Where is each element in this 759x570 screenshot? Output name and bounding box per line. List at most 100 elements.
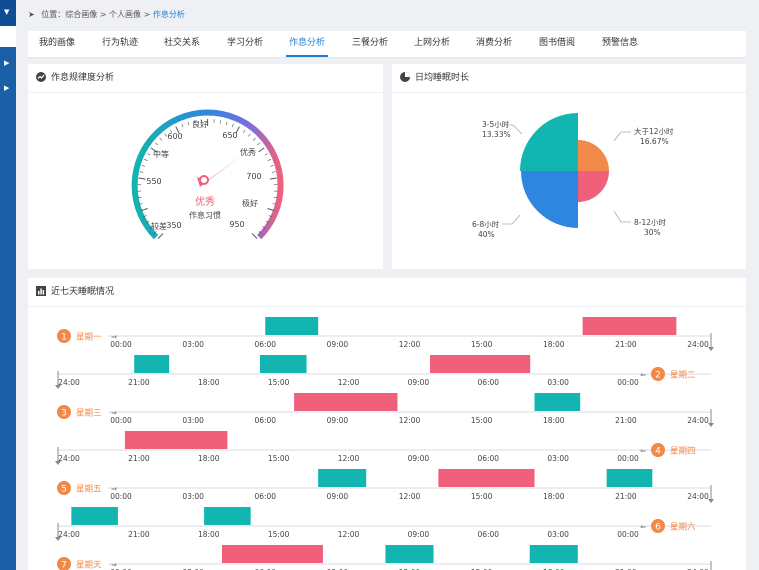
pie-slice[interactable] bbox=[578, 171, 609, 202]
hour-tick-label: 24:00 bbox=[58, 454, 80, 463]
gauge-pivot bbox=[199, 175, 209, 185]
hour-tick-label: 09:00 bbox=[408, 454, 430, 463]
sleep-block[interactable] bbox=[71, 507, 118, 525]
hour-tick-label: 12:00 bbox=[399, 416, 421, 425]
hour-tick-label: 18:00 bbox=[543, 340, 565, 349]
hour-tick-label: 09:00 bbox=[327, 416, 349, 425]
breadcrumb-mid[interactable]: 个人画像 bbox=[109, 10, 141, 19]
tab-study[interactable]: 学习分析 bbox=[227, 31, 263, 55]
hour-tick-label: 06:00 bbox=[477, 530, 499, 539]
sleep-block[interactable] bbox=[221, 545, 323, 563]
hour-tick-label: 15:00 bbox=[268, 530, 290, 539]
pie-slice[interactable] bbox=[521, 171, 578, 228]
direction-right-icon: ⇒ bbox=[111, 561, 117, 569]
hour-tick-label: 18:00 bbox=[543, 492, 565, 501]
breadcrumb-prefix[interactable]: 位置：综合画像 bbox=[41, 10, 97, 19]
tab-library[interactable]: 图书借阅 bbox=[539, 31, 575, 55]
gauge-tick-label: 350 bbox=[166, 221, 181, 230]
breadcrumb: ➤ 位置：综合画像 > 个人画像 > 作息分析 bbox=[28, 9, 185, 20]
tab-my-profile[interactable]: 我的画像 bbox=[39, 31, 75, 55]
caret-right-icon[interactable]: ▶ bbox=[4, 85, 9, 92]
tab-social[interactable]: 社交关系 bbox=[164, 31, 200, 55]
caret-down-icon[interactable]: ▼ bbox=[4, 9, 9, 16]
sleep-block[interactable] bbox=[582, 317, 677, 335]
gauge-minor-tick bbox=[264, 153, 269, 156]
hour-tick-label: 00:00 bbox=[617, 378, 639, 387]
hour-tick-label: 03:00 bbox=[182, 492, 204, 501]
gauge-minor-tick bbox=[139, 171, 144, 173]
hour-tick-label: 03:00 bbox=[182, 340, 204, 349]
tab-internet[interactable]: 上网分析 bbox=[414, 31, 450, 55]
sleep-block[interactable] bbox=[265, 317, 319, 335]
caret-right-icon[interactable]: ▶ bbox=[4, 60, 9, 67]
hour-tick-label: 21:00 bbox=[615, 416, 637, 425]
hour-tick-label: 09:00 bbox=[408, 530, 430, 539]
gauge-minor-tick bbox=[154, 142, 158, 146]
direction-left-icon: ⇐ bbox=[640, 447, 646, 455]
hour-tick-label: 06:00 bbox=[477, 454, 499, 463]
sleep-block[interactable] bbox=[438, 469, 535, 487]
gauge-minor-tick bbox=[242, 129, 246, 134]
hour-tick-label: 09:00 bbox=[408, 378, 430, 387]
tab-bar: 我的画像 行为轨迹 社交关系 学习分析 作息分析 三餐分析 上网分析 消费分析 … bbox=[28, 31, 746, 58]
hour-tick-label: 12:00 bbox=[338, 530, 360, 539]
gauge-minor-tick bbox=[252, 137, 256, 141]
pie-slice[interactable] bbox=[520, 113, 578, 171]
day-label: 星期天 bbox=[76, 561, 102, 570]
pie-label-name: 6-8小时 bbox=[472, 219, 500, 229]
gauge-tick-label: 良好 bbox=[192, 119, 208, 129]
hour-tick-label: 09:00 bbox=[327, 340, 349, 349]
day-label: 星期五 bbox=[76, 485, 102, 495]
gauge-minor-tick bbox=[231, 123, 234, 128]
sleep-block[interactable] bbox=[534, 393, 581, 411]
hour-tick-label: 00:00 bbox=[110, 416, 132, 425]
sleep-block[interactable] bbox=[259, 355, 307, 373]
sidebar-active-slot[interactable] bbox=[0, 26, 16, 47]
sleep-block[interactable] bbox=[318, 469, 367, 487]
tab-meals[interactable]: 三餐分析 bbox=[352, 31, 388, 55]
hour-tick-label: 12:00 bbox=[399, 492, 421, 501]
gauge-value-label: 优秀 bbox=[195, 195, 215, 208]
hour-tick-label: 15:00 bbox=[471, 416, 493, 425]
hour-tick-label: 03:00 bbox=[547, 530, 569, 539]
pie-slice[interactable] bbox=[578, 140, 609, 171]
sleep-block[interactable] bbox=[430, 355, 531, 373]
sleep-timeline-chart: 00:00 03:00 06:00 09:00 12:00 15:00 18:00 21:00… bbox=[55, 317, 714, 570]
sleep-block[interactable] bbox=[124, 431, 228, 449]
timeline-arrow-down-icon bbox=[708, 499, 714, 503]
tab-consumption[interactable]: 消费分析 bbox=[476, 31, 512, 55]
gauge-tick-label: 700 bbox=[246, 172, 261, 181]
breadcrumb-current: 作息分析 bbox=[152, 10, 185, 19]
hour-tick-label: 15:00 bbox=[471, 340, 493, 349]
pie-leader-line bbox=[613, 131, 631, 142]
hour-tick-label: 06:00 bbox=[254, 416, 276, 425]
sleep-block[interactable] bbox=[204, 507, 251, 525]
pie-label-pct: 40% bbox=[478, 230, 495, 239]
gauge-panel: 作息规律度分析 较差 550 中等 600 良好 650 优秀 700 极好 3… bbox=[28, 64, 383, 269]
day-label: 星期二 bbox=[670, 371, 696, 381]
hour-tick-label: 18:00 bbox=[198, 530, 220, 539]
tab-warnings[interactable]: 预警信息 bbox=[602, 31, 638, 55]
sleep-block[interactable] bbox=[529, 545, 578, 563]
hour-tick-label: 06:00 bbox=[254, 340, 276, 349]
timeline-arrow-down-icon bbox=[708, 423, 714, 427]
hour-tick-label: 21:00 bbox=[128, 378, 150, 387]
tab-routine[interactable]: 作息分析 bbox=[286, 31, 329, 57]
sleep-block[interactable] bbox=[294, 393, 398, 411]
gauge-tick-label: 550 bbox=[146, 177, 161, 186]
gauge-tick-label: 较差 bbox=[151, 221, 167, 231]
tab-behavior-track[interactable]: 行为轨迹 bbox=[102, 31, 138, 55]
gauge-major-tick bbox=[138, 177, 146, 180]
day-number: 7 bbox=[61, 561, 67, 570]
hour-tick-label: 21:00 bbox=[128, 530, 150, 539]
gauge-minor-tick bbox=[144, 158, 148, 161]
sleep-block[interactable] bbox=[385, 545, 434, 563]
sleep-block[interactable] bbox=[134, 355, 170, 373]
sleep-block[interactable] bbox=[606, 469, 653, 487]
day-label: 星期三 bbox=[76, 409, 102, 419]
direction-right-icon: ⇒ bbox=[111, 409, 117, 417]
hour-tick-label: 12:00 bbox=[338, 454, 360, 463]
day-number: 6 bbox=[655, 523, 661, 533]
direction-left-icon: ⇐ bbox=[640, 523, 646, 531]
gauge-major-tick bbox=[157, 233, 164, 239]
